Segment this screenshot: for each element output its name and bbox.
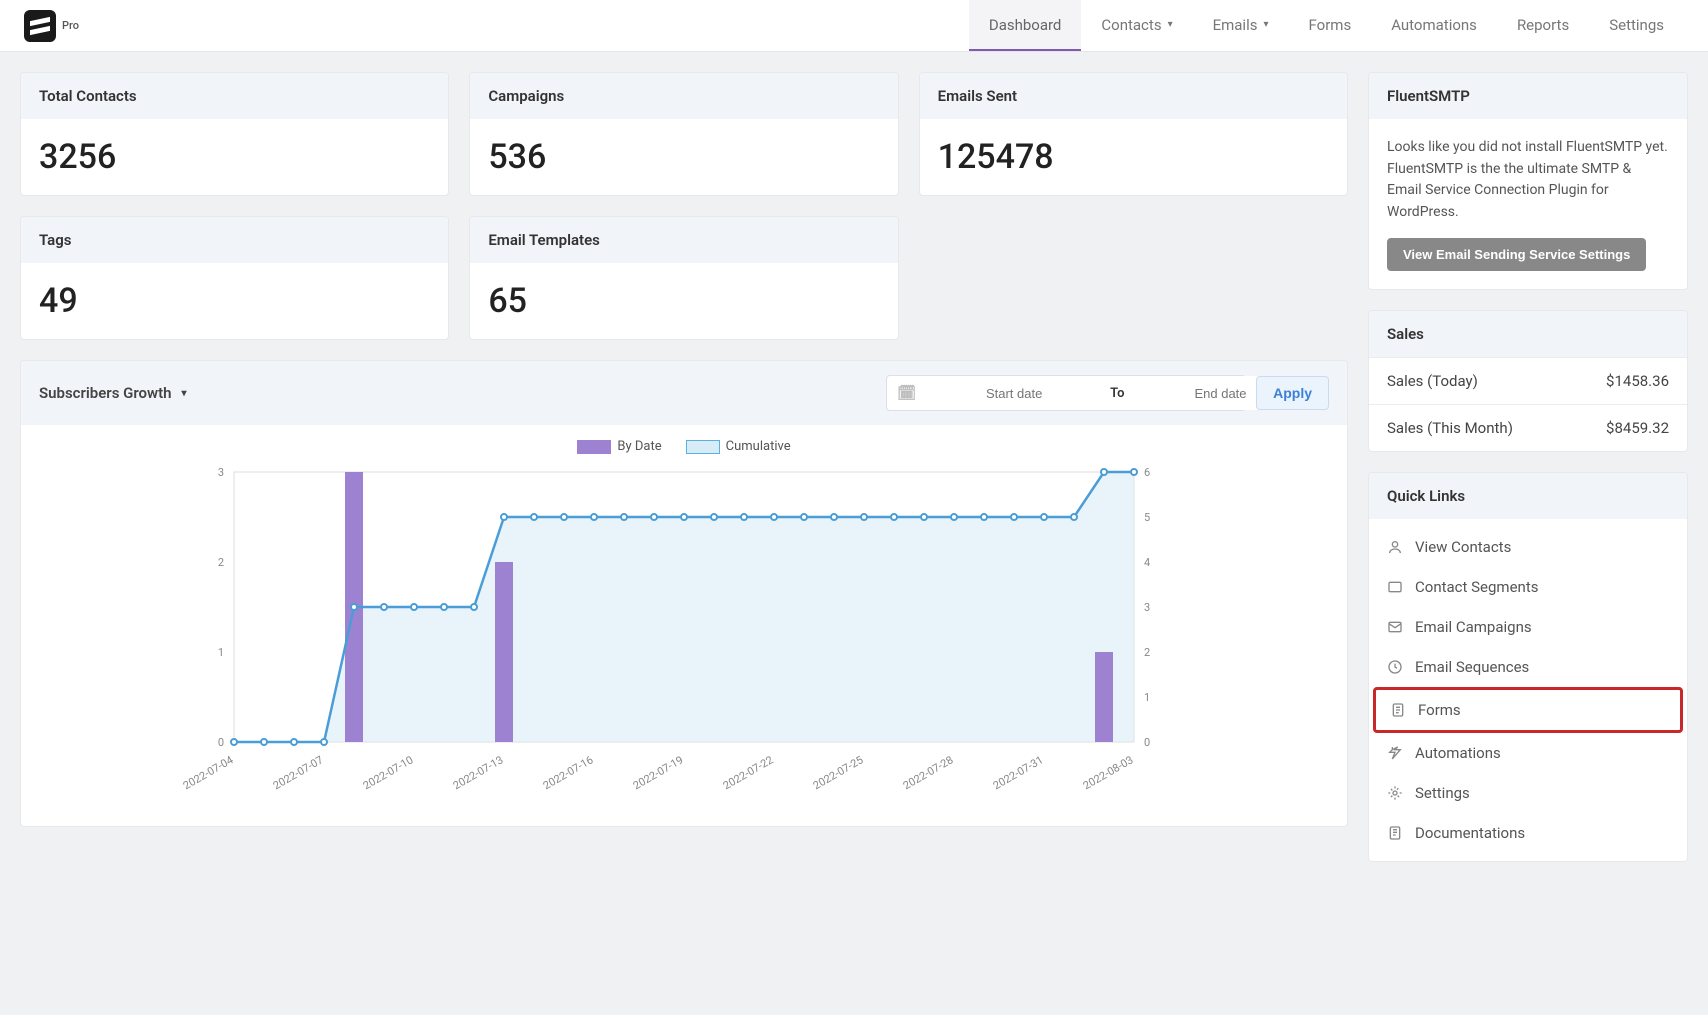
svg-text:2022-07-10: 2022-07-10 <box>361 753 416 792</box>
legend-by-date: By Date <box>617 439 661 454</box>
stat-campaigns: Campaigns 536 <box>469 72 898 196</box>
nav-contacts[interactable]: Contacts▾ <box>1081 0 1192 51</box>
quick-link-label: View Contacts <box>1415 538 1511 556</box>
apply-button[interactable]: Apply <box>1256 376 1329 410</box>
svg-text:1: 1 <box>1144 691 1150 704</box>
quick-link-icon <box>1387 785 1403 801</box>
subscribers-chart: 0 1 2 3 0 1 2 3 4 5 6 2022-07-04 2022-07-07 2022-07-1… <box>41 462 1327 802</box>
stat-total-contacts: Total Contacts 3256 <box>20 72 449 196</box>
nav-settings[interactable]: Settings <box>1589 0 1684 51</box>
quick-link-settings[interactable]: Settings <box>1373 773 1683 813</box>
svg-text:3: 3 <box>1144 601 1150 614</box>
svg-text:2022-07-31: 2022-07-31 <box>991 753 1046 792</box>
quick-link-email-sequences[interactable]: Email Sequences <box>1373 647 1683 687</box>
quick-link-label: Settings <box>1415 784 1470 802</box>
card-title: FluentSMTP <box>1369 73 1687 119</box>
stat-label: Total Contacts <box>21 73 448 119</box>
pro-badge: Pro <box>62 19 79 32</box>
svg-text:0: 0 <box>218 736 224 749</box>
chart-legend: By Date Cumulative <box>41 435 1327 462</box>
svg-text:3: 3 <box>218 466 224 479</box>
quick-link-icon <box>1387 539 1403 555</box>
stat-label: Campaigns <box>470 73 897 119</box>
app-logo <box>24 10 56 42</box>
quick-link-view-contacts[interactable]: View Contacts <box>1373 527 1683 567</box>
chart-title-dropdown[interactable]: Subscribers Growth ▾ <box>39 384 187 402</box>
chevron-down-icon: ▾ <box>182 388 187 399</box>
sales-month-row: Sales (This Month)$8459.32 <box>1369 404 1687 451</box>
quick-link-label: Email Sequences <box>1415 658 1529 676</box>
svg-text:2022-07-22: 2022-07-22 <box>721 753 776 792</box>
date-range-picker[interactable]: 🗓 To <box>886 375 1246 411</box>
svg-text:2022-07-28: 2022-07-28 <box>901 753 956 792</box>
fluentsmtp-card: FluentSMTP Looks like you did not instal… <box>1368 72 1688 290</box>
svg-text:2022-07-25: 2022-07-25 <box>811 753 866 792</box>
stat-label: Email Templates <box>470 217 897 263</box>
stat-label: Emails Sent <box>920 73 1347 119</box>
quick-link-label: Email Campaigns <box>1415 618 1532 636</box>
to-label: To <box>1102 386 1132 401</box>
subscribers-growth-card: Subscribers Growth ▾ 🗓 To Apply By Date <box>20 360 1348 827</box>
svg-text:2022-07-04: 2022-07-04 <box>181 753 236 792</box>
stat-email-templates: Email Templates 65 <box>469 216 898 340</box>
svg-text:0: 0 <box>1144 736 1150 749</box>
quick-link-icon <box>1387 659 1403 675</box>
stat-label: Tags <box>21 217 448 263</box>
quick-link-label: Contact Segments <box>1415 578 1538 596</box>
svg-text:2022-07-07: 2022-07-07 <box>271 753 326 792</box>
svg-text:2022-07-19: 2022-07-19 <box>631 753 686 792</box>
quick-link-forms[interactable]: Forms <box>1373 687 1683 733</box>
quick-link-automations[interactable]: Automations <box>1373 733 1683 773</box>
quick-link-icon <box>1387 619 1403 635</box>
quick-link-contact-segments[interactable]: Contact Segments <box>1373 567 1683 607</box>
view-smtp-settings-button[interactable]: View Email Sending Service Settings <box>1387 238 1646 271</box>
quick-link-icon <box>1390 702 1406 718</box>
svg-text:2022-07-16: 2022-07-16 <box>541 753 596 792</box>
stat-value: 65 <box>488 281 879 321</box>
stat-value: 49 <box>39 281 430 321</box>
stat-emails-sent: Emails Sent 125478 <box>919 72 1348 196</box>
stat-value: 125478 <box>938 137 1329 177</box>
quick-link-icon <box>1387 579 1403 595</box>
card-title: Quick Links <box>1369 473 1687 519</box>
stat-value: 3256 <box>39 137 430 177</box>
svg-text:1: 1 <box>218 646 224 659</box>
chevron-down-icon: ▾ <box>1263 19 1268 30</box>
quick-link-label: Automations <box>1415 744 1501 762</box>
nav-reports[interactable]: Reports <box>1497 0 1589 51</box>
sales-card: Sales Sales (Today)$1458.36 Sales (This … <box>1368 310 1688 452</box>
calendar-icon: 🗓 <box>887 384 926 402</box>
chevron-down-icon: ▾ <box>1168 19 1173 30</box>
svg-text:2022-07-13: 2022-07-13 <box>451 753 506 792</box>
nav-emails[interactable]: Emails▾ <box>1193 0 1289 51</box>
quick-link-documentations[interactable]: Documentations <box>1373 813 1683 853</box>
svg-text:6: 6 <box>1144 466 1150 479</box>
quick-link-icon <box>1387 745 1403 761</box>
card-title: Sales <box>1369 311 1687 357</box>
svg-text:5: 5 <box>1144 511 1150 524</box>
nav-dashboard[interactable]: Dashboard <box>969 0 1082 51</box>
main-nav: Dashboard Contacts▾ Emails▾ Forms Automa… <box>969 0 1684 51</box>
stat-tags: Tags 49 <box>20 216 449 340</box>
svg-text:2022-08-03: 2022-08-03 <box>1081 753 1136 792</box>
quick-link-icon <box>1387 825 1403 841</box>
svg-text:2: 2 <box>1144 646 1150 659</box>
stat-value: 536 <box>488 137 879 177</box>
nav-forms[interactable]: Forms <box>1289 0 1372 51</box>
start-date-input[interactable] <box>926 376 1102 410</box>
quick-link-label: Documentations <box>1415 824 1525 842</box>
nav-automations[interactable]: Automations <box>1371 0 1497 51</box>
legend-cumulative: Cumulative <box>726 439 791 454</box>
fluentsmtp-text: Looks like you did not install FluentSMT… <box>1387 137 1669 224</box>
svg-text:4: 4 <box>1144 556 1150 569</box>
topbar: Pro Dashboard Contacts▾ Emails▾ Forms Au… <box>0 0 1708 52</box>
quick-link-label: Forms <box>1418 701 1461 719</box>
quick-links-card: Quick Links View Contacts Contact Segment… <box>1368 472 1688 862</box>
quick-link-email-campaigns[interactable]: Email Campaigns <box>1373 607 1683 647</box>
sales-today-row: Sales (Today)$1458.36 <box>1369 357 1687 404</box>
svg-text:2: 2 <box>218 556 224 569</box>
